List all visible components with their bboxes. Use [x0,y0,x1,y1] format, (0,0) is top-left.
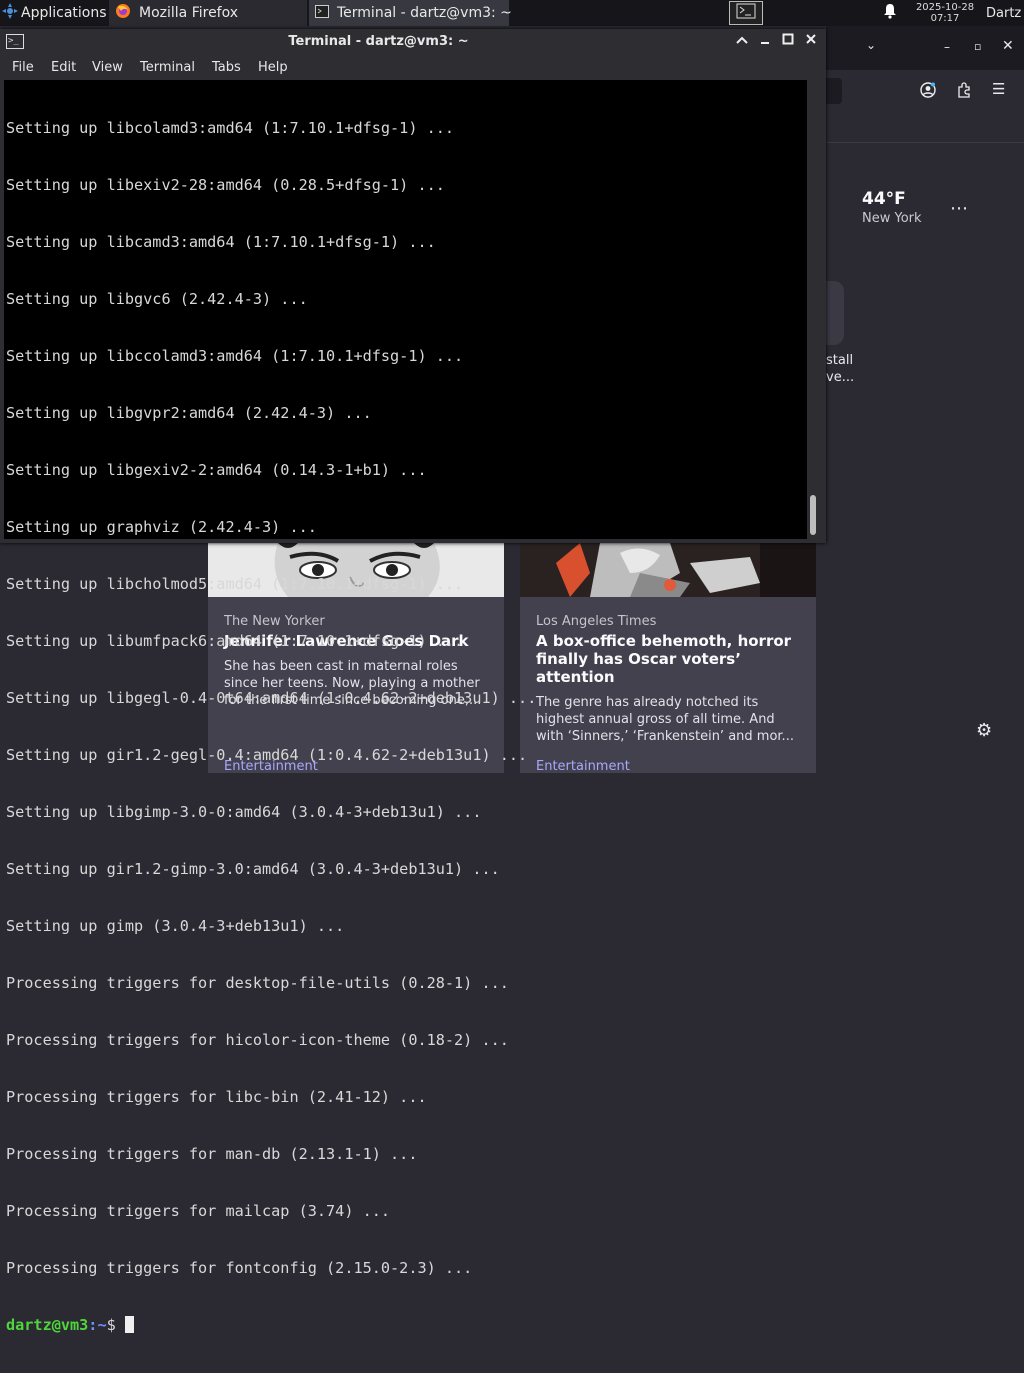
clock[interactable]: 2025-10-28 07:17 [910,0,980,26]
terminal-line: Processing triggers for man-db (2.13.1-1… [6,1145,418,1163]
close-button[interactable] [801,32,821,52]
story-image [520,543,816,597]
user-name: Dartz [986,5,1022,21]
chevron-up-icon [736,34,748,49]
minimize-button[interactable] [755,32,775,52]
terminal-line: Setting up libcamd3:amd64 (1:7.10.1+dfsg… [6,233,436,251]
terminal-label: Terminal - dartz@vm3: ~ [337,5,512,21]
terminal-titlebar[interactable]: >_ Terminal - dartz@vm3: ~ [0,29,826,56]
xfce-menu-icon [2,3,18,23]
firefox-tab-strip: ⌄ – ▫ ✕ [826,26,1024,70]
minimize-icon[interactable]: – [944,40,950,54]
terminal-line: Setting up libgexiv2-2:amd64 (0.14.3-1+b… [6,461,427,479]
workspace-switcher[interactable] [729,1,763,25]
maximize-button[interactable] [778,32,798,52]
terminal-window: >_ Terminal - dartz@vm3: ~ File Edit Vie… [0,29,826,1334]
terminal-line: Setting up gir1.2-gimp-3.0:amd64 (3.0.4-… [6,860,500,878]
menu-file[interactable]: File [12,60,34,75]
terminal-line: Setting up libgimp-3.0-0:amd64 (3.0.4-3+… [6,803,482,821]
terminal-line: Setting up gir1.2-gegl-0.4:amd64 (1:0.4.… [6,746,528,764]
prompt-symbol: $ [106,1316,125,1334]
install-tile-label-1: stall [826,353,854,368]
story-description: The genre has already notched its highes… [536,695,794,744]
user-menu[interactable]: Dartz [986,0,1024,26]
terminal-line: Processing triggers for mailcap (3.74) .… [6,1202,391,1220]
menu-help[interactable]: Help [258,60,288,75]
install-tile-label-2: ve... [826,370,855,385]
menu-edit[interactable]: Edit [51,60,76,75]
terminal-line: Setting up libcholmod5:amd64 (1:7.10.1+d… [6,575,464,593]
terminal-line: Processing triggers for libc-bin (2.41-1… [6,1088,427,1106]
close-icon [805,34,817,49]
maximize-icon [782,33,794,49]
terminal-line: Setting up libgegl-0.4-0t64:amd64 (1:0.4… [6,689,537,707]
terminal-output[interactable]: Setting up libcolamd3:amd64 (1:7.10.1+df… [4,80,807,1334]
bell-icon [883,3,897,23]
terminal-line: Setting up libgvc6 (2.42.4-3) ... [6,290,308,308]
terminal-line: Setting up libexiv2-28:amd64 (0.28.5+dfs… [6,176,445,194]
scrollbar-thumb[interactable] [810,495,816,535]
url-bar[interactable] [826,78,842,104]
terminal-line: Processing triggers for hicolor-icon-the… [6,1031,509,1049]
weather-more-options-icon[interactable]: ⋯ [950,198,969,219]
shade-button[interactable] [732,32,752,52]
terminal-line: Setting up libgvpr2:amd64 (2.42.4-3) ... [6,404,372,422]
terminal-icon [315,4,329,22]
terminal-scrollbar[interactable] [807,80,822,539]
chevron-down-icon[interactable]: ⌄ [866,38,876,52]
terminal-lines: Setting up libcolamd3:amd64 (1:7.10.1+df… [6,81,536,1373]
account-icon[interactable] [920,82,936,102]
story-category[interactable]: Entertainment [536,759,630,773]
extensions-icon[interactable] [956,82,972,102]
weather-city: New York [862,211,922,226]
firefox-label: Mozilla Firefox [139,5,239,21]
minimize-icon [759,34,771,49]
firefox-icon [115,3,131,23]
prompt-user-host: dartz@vm3 [6,1316,89,1334]
text-cursor [124,1316,134,1333]
taskbar: Applications Mozilla Firefox Terminal - … [0,0,1024,26]
install-shortcut-tile[interactable] [826,281,844,345]
firefox-bookmarks-area [826,112,1024,143]
gear-icon[interactable]: ⚙ [976,720,992,741]
taskbar-firefox-button[interactable]: Mozilla Firefox [109,0,307,26]
applications-menu-button[interactable]: Applications [0,0,108,26]
firefox-toolbar: ☰ [826,70,1024,112]
terminal-line: Setting up libcolamd3:amd64 (1:7.10.1+df… [6,119,455,137]
weather-temperature: 44°F [862,189,906,209]
prompt-separator: : [88,1316,98,1334]
menu-terminal[interactable]: Terminal [140,60,195,75]
terminal-line: Processing triggers for fontconfig (2.15… [6,1259,473,1277]
shell-prompt[interactable]: dartz@vm3:~$ [6,1316,536,1335]
prompt-path: ~ [97,1316,107,1334]
menu-view[interactable]: View [92,60,123,75]
terminal-line: Setting up graphviz (2.42.4-3) ... [6,518,317,536]
workspace-icon [736,3,756,23]
story-card[interactable]: Los Angeles Times A box-office behemoth,… [520,543,816,773]
terminal-line: Processing triggers for desktop-file-uti… [6,974,509,992]
window-title: Terminal - dartz@vm3: ~ [288,34,469,49]
maximize-icon[interactable]: ▫ [974,40,981,53]
menu-tabs[interactable]: Tabs [212,60,241,75]
notifications-button[interactable] [880,0,900,26]
terminal-menubar: File Edit View Terminal Tabs Help [0,56,826,80]
story-title[interactable]: A box-office behemoth, horror finally ha… [536,632,804,686]
applications-label: Applications [21,5,107,21]
clock-date: 2025-10-28 [915,2,975,13]
taskbar-terminal-button[interactable]: Terminal - dartz@vm3: ~ [309,0,512,26]
terminal-line: Setting up libccolamd3:amd64 (1:7.10.1+d… [6,347,464,365]
close-icon[interactable]: ✕ [1002,38,1014,54]
terminal-line: Setting up gimp (3.0.4-3+deb13u1) ... [6,917,345,935]
hamburger-menu-icon[interactable]: ☰ [992,80,1005,98]
terminal-line: Setting up libumfpack6:amd64 (1:7.10.1+d… [6,632,464,650]
clock-time: 07:17 [930,13,960,24]
story-source: Los Angeles Times [536,614,657,629]
